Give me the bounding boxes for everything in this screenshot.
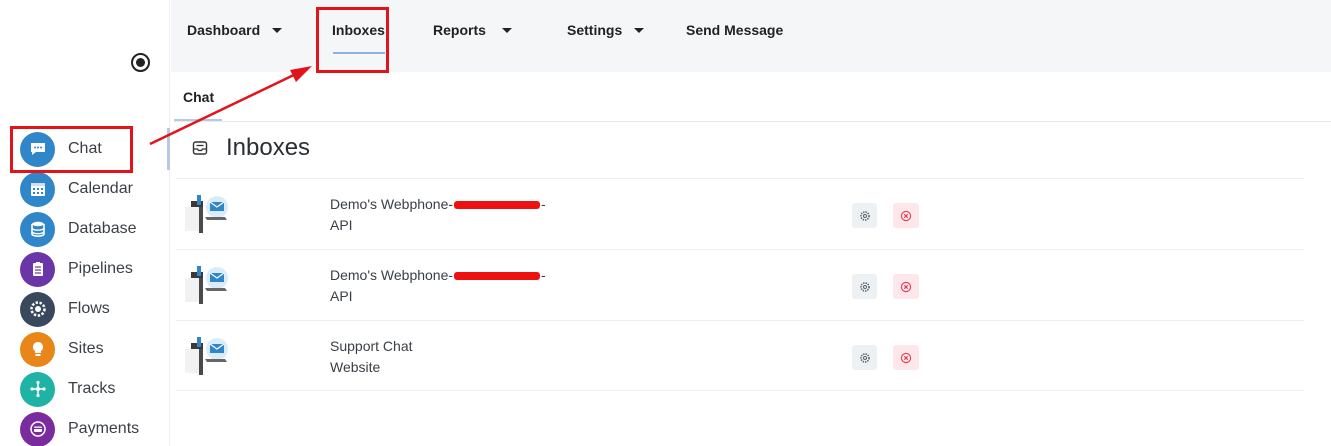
sidebar-item-label: Calendar	[68, 180, 133, 197]
topnav-settings[interactable]: Settings	[567, 22, 645, 38]
inbox-name-prefix: Demo's Webphone-	[330, 196, 454, 212]
gear-icon	[859, 210, 870, 221]
radio-icon[interactable]	[131, 53, 150, 72]
sidebar-item-tracks[interactable]: Tracks	[20, 371, 168, 407]
sidebar-item-database[interactable]: Database	[20, 211, 168, 247]
sidebar-item-label: Tracks	[68, 380, 116, 397]
network-icon	[20, 371, 55, 407]
inbox-name-prefix: Support Chat	[330, 338, 413, 354]
close-circle-icon	[900, 281, 912, 292]
database-icon	[20, 211, 55, 247]
inbox-name-prefix: Demo's Webphone-	[330, 267, 454, 283]
inbox-list: Demo's Webphone- - API Demo's Webphone- - …	[176, 178, 1304, 391]
close-circle-icon	[900, 352, 912, 363]
annotation-box-inboxes	[316, 7, 389, 73]
topnav-send-message[interactable]: Send Message	[686, 22, 783, 38]
topnav-label: Settings	[567, 22, 623, 38]
sidebar-item-label: Pipelines	[68, 260, 133, 277]
sidebar-item-label: Sites	[68, 340, 104, 357]
sidebar: Chat Calendar Database Pipelines Flows S…	[0, 0, 170, 446]
inbox-settings-button[interactable]	[852, 345, 877, 370]
mailbox-icon	[185, 266, 228, 304]
card-icon	[20, 411, 55, 446]
table-row: Demo's Webphone- - API	[176, 178, 1304, 249]
sidebar-item-flows[interactable]: Flows	[20, 291, 168, 327]
inbox-delete-button[interactable]	[893, 345, 919, 370]
annotation-box-chat	[10, 126, 133, 173]
chevron-down-icon	[634, 27, 645, 33]
topnav-label: Reports	[433, 22, 486, 38]
active-indicator	[167, 128, 170, 170]
redaction-mark	[454, 272, 541, 281]
inbox-name-suffix: -	[541, 196, 546, 212]
bulb-icon	[20, 331, 55, 367]
topnav-label: Send Message	[686, 22, 784, 38]
redaction-mark	[454, 201, 541, 210]
sidebar-item-pipelines[interactable]: Pipelines	[20, 251, 168, 287]
inbox-settings-button[interactable]	[852, 203, 877, 228]
gear-icon	[20, 291, 55, 327]
inbox-icon	[192, 141, 208, 155]
tab-chat[interactable]: Chat	[183, 89, 214, 105]
sidebar-item-sites[interactable]: Sites	[20, 331, 168, 367]
table-row: Demo's Webphone- - API	[176, 249, 1304, 320]
inbox-name: Support Chat	[330, 338, 413, 354]
page-header: Inboxes	[192, 134, 310, 162]
sidebar-item-calendar[interactable]: Calendar	[20, 171, 168, 207]
sidebar-item-payments[interactable]: Payments	[20, 411, 168, 446]
page-title: Inboxes	[226, 134, 311, 161]
table-row: Support Chat Website	[176, 320, 1304, 391]
inbox-type: API	[330, 217, 353, 233]
inbox-name: Demo's Webphone- -	[330, 267, 546, 283]
calendar-icon	[20, 171, 55, 207]
topnav-dashboard[interactable]: Dashboard	[187, 22, 283, 38]
mailbox-icon	[185, 337, 228, 375]
sidebar-item-label: Flows	[68, 300, 110, 317]
inbox-type: Website	[330, 359, 381, 375]
inbox-delete-button[interactable]	[893, 274, 919, 299]
inbox-type: API	[330, 288, 353, 304]
topnav-reports[interactable]: Reports	[433, 22, 512, 38]
mailbox-icon	[185, 195, 228, 233]
gear-icon	[859, 352, 870, 363]
gear-icon	[859, 281, 870, 292]
inbox-name-suffix: -	[541, 267, 546, 283]
clipboard-icon	[20, 251, 55, 287]
sidebar-item-label: Database	[68, 220, 137, 237]
close-circle-icon	[900, 210, 912, 221]
tab-active-underline	[174, 119, 222, 121]
inbox-settings-button[interactable]	[852, 274, 877, 299]
inbox-name: Demo's Webphone- -	[330, 196, 546, 212]
sub-tabs: Chat	[174, 72, 1331, 122]
chevron-down-icon	[272, 27, 283, 33]
sidebar-item-label: Payments	[68, 420, 140, 437]
topnav-label: Dashboard	[187, 22, 261, 38]
chevron-down-icon	[501, 27, 512, 33]
inbox-delete-button[interactable]	[893, 203, 919, 228]
